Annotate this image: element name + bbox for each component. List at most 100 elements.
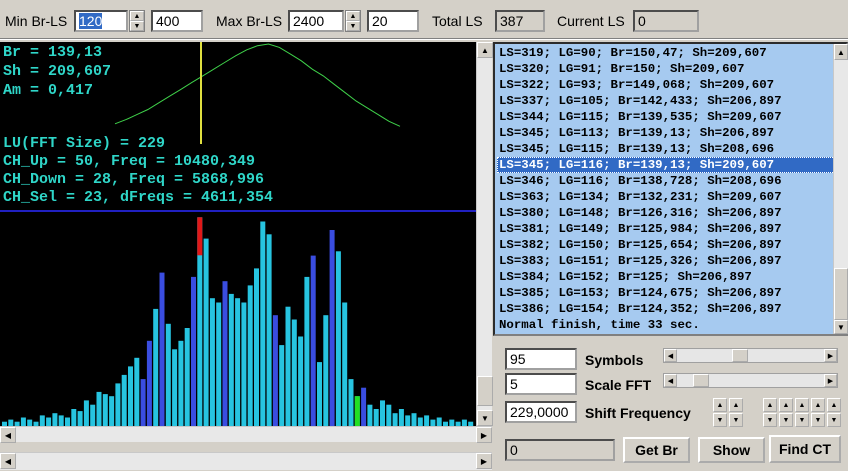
step-up-1-icon[interactable]: ▲: [763, 398, 777, 412]
min-br-ls-spinner[interactable]: ▲ ▼: [129, 10, 145, 32]
scroll-thumb[interactable]: [834, 268, 848, 320]
spectrum-bar: [228, 293, 234, 426]
spectrum-bar: [134, 357, 140, 426]
spectrum-bar: [77, 411, 83, 426]
spectrum-bar: [235, 298, 241, 426]
step-down-5-icon[interactable]: ▼: [827, 413, 841, 427]
step-up-4-icon[interactable]: ▲: [811, 398, 825, 412]
step-down-4-icon[interactable]: ▼: [811, 413, 825, 427]
spectrum-bar: [39, 415, 45, 426]
spectrum-bar: [184, 328, 190, 426]
step-down-1-icon[interactable]: ▼: [763, 413, 777, 427]
symbols-slider[interactable]: ◀ ▶: [663, 348, 838, 363]
list-item[interactable]: LS=337; LG=105; Br=142,433; Sh=206,897: [497, 93, 835, 109]
scroll-down-icon[interactable]: ▼: [477, 410, 493, 426]
spectrum-bar: [380, 400, 385, 426]
correlation-curve: [114, 43, 401, 127]
slider-left-icon[interactable]: ◀: [664, 374, 677, 387]
ch-up-readout: CH_Up = 50, Freq = 10480,349: [3, 153, 256, 170]
list-item[interactable]: LS=381; LG=149; Br=125,984; Sh=206,897: [497, 221, 835, 237]
spectrum-bar: [191, 276, 196, 426]
spectrum-bar: [146, 340, 152, 426]
scale-fft-slider[interactable]: ◀ ▶: [663, 373, 838, 388]
ch-down-readout: CH_Down = 28, Freq = 5868,996: [3, 171, 265, 188]
shift-up-coarse-icon[interactable]: ▲: [713, 398, 727, 412]
spectrum-bar: [209, 298, 215, 426]
scroll-left-icon[interactable]: ◀: [0, 453, 16, 469]
list-item[interactable]: LS=380; LG=148; Br=126,316; Sh=206,897: [497, 205, 835, 221]
step-down-2-icon[interactable]: ▼: [779, 413, 793, 427]
status-value: 0: [505, 439, 615, 461]
slider-thumb[interactable]: [692, 374, 709, 387]
min-br-ls-input[interactable]: 120: [74, 10, 128, 32]
max-br-ls-input[interactable]: 2400: [288, 10, 344, 32]
list-item[interactable]: LS=363; LG=134; Br=132,231; Sh=209,607: [497, 189, 835, 205]
list-item[interactable]: LS=322; LG=93; Br=149,068; Sh=209,607: [497, 77, 835, 93]
find-ct-button[interactable]: Find CT: [769, 435, 841, 463]
list-vertical-scrollbar[interactable]: ▲ ▼: [833, 44, 848, 334]
slider-thumb[interactable]: [732, 349, 749, 362]
step-down-3-icon[interactable]: ▼: [795, 413, 809, 427]
list-item[interactable]: LS=320; LG=91; Br=150; Sh=209,607: [497, 61, 835, 77]
display-horizontal-scrollbar[interactable]: ◀ ▶: [0, 426, 492, 443]
shift-up-fine-icon[interactable]: ▲: [729, 398, 743, 412]
spectrum-bar: [90, 404, 96, 426]
spectrum-bar: [140, 379, 146, 426]
spectrum-bar: [71, 409, 77, 426]
window-horizontal-scrollbar[interactable]: ◀ ▶: [0, 452, 492, 470]
shift-down-fine-icon[interactable]: ▼: [729, 413, 743, 427]
list-item[interactable]: LS=385; LG=153; Br=124,675; Sh=206,897: [497, 285, 835, 301]
list-item[interactable]: LS=345; LG=113; Br=139,13; Sh=206,897: [497, 125, 835, 141]
show-button[interactable]: Show: [698, 437, 765, 463]
get-br-button[interactable]: Get Br: [623, 437, 690, 463]
shift-frequency-input[interactable]: 229,0000: [505, 401, 577, 423]
scroll-right-icon[interactable]: ▶: [476, 427, 492, 443]
spin-down-icon[interactable]: ▼: [130, 21, 144, 31]
list-item[interactable]: LS=344; LG=115; Br=139,535; Sh=209,607: [497, 109, 835, 125]
slider-left-icon[interactable]: ◀: [664, 349, 677, 362]
spin-up-icon[interactable]: ▲: [346, 11, 360, 21]
list-item[interactable]: LS=382; LG=150; Br=125,654; Sh=206,897: [497, 237, 835, 253]
spectrum-bar: [285, 306, 291, 426]
step-up-3-icon[interactable]: ▲: [795, 398, 809, 412]
scroll-up-icon[interactable]: ▲: [834, 44, 848, 60]
symbols-input[interactable]: 95: [505, 348, 577, 370]
display-vertical-scrollbar[interactable]: ▲ ▼: [476, 42, 493, 426]
spectrum-bar: [203, 238, 209, 426]
list-item[interactable]: LS=386; LG=154; Br=124,352; Sh=206,897: [497, 301, 835, 317]
scroll-thumb[interactable]: [477, 376, 493, 406]
max-br-ls-spinner[interactable]: ▲ ▼: [345, 10, 361, 32]
scale-fft-input[interactable]: 5: [505, 373, 577, 395]
list-item[interactable]: Normal finish, time 33 sec.: [497, 317, 835, 333]
spectrum-bar: [165, 323, 171, 426]
slider-right-icon[interactable]: ▶: [824, 349, 837, 362]
step-up-2-icon[interactable]: ▲: [779, 398, 793, 412]
spectrum-bar: [329, 230, 335, 426]
spectrum-bar: [272, 315, 278, 426]
list-item[interactable]: LS=383; LG=151; Br=125,326; Sh=206,897: [497, 253, 835, 269]
spectrum-bar: [279, 345, 285, 426]
list-item[interactable]: LS=319; LG=90; Br=150,47; Sh=209,607: [497, 45, 835, 61]
spectrum-bar: [247, 285, 253, 426]
spectrum-bar: [102, 394, 108, 426]
scroll-down-icon[interactable]: ▼: [834, 320, 848, 334]
spectrum-bar: [310, 255, 316, 426]
scroll-up-icon[interactable]: ▲: [477, 42, 493, 58]
step-up-5-icon[interactable]: ▲: [827, 398, 841, 412]
min-br-ls-step-input[interactable]: 400: [151, 10, 203, 32]
list-item[interactable]: LS=384; LG=152; Br=125; Sh=206,897: [497, 269, 835, 285]
spin-down-icon[interactable]: ▼: [346, 21, 360, 31]
list-item[interactable]: LS=345; LG=116; Br=139,13; Sh=209,607: [497, 157, 835, 173]
scroll-right-icon[interactable]: ▶: [476, 453, 492, 469]
results-listbox[interactable]: LS=319; LG=90; Br=150,47; Sh=209,607 LS=3…: [493, 42, 848, 336]
spectrum-bar: [361, 387, 367, 426]
slider-right-icon[interactable]: ▶: [824, 374, 837, 387]
shift-down-coarse-icon[interactable]: ▼: [713, 413, 727, 427]
current-ls-label: Current LS: [557, 13, 625, 29]
spin-up-icon[interactable]: ▲: [130, 11, 144, 21]
scroll-left-icon[interactable]: ◀: [0, 427, 16, 443]
list-item[interactable]: LS=345; LG=115; Br=139,13; Sh=208,696: [497, 141, 835, 157]
fft-plot-svg: [0, 42, 476, 426]
max-br-ls-step-input[interactable]: 20: [367, 10, 419, 32]
list-item[interactable]: LS=346; LG=116; Br=138,728; Sh=208,696: [497, 173, 835, 189]
